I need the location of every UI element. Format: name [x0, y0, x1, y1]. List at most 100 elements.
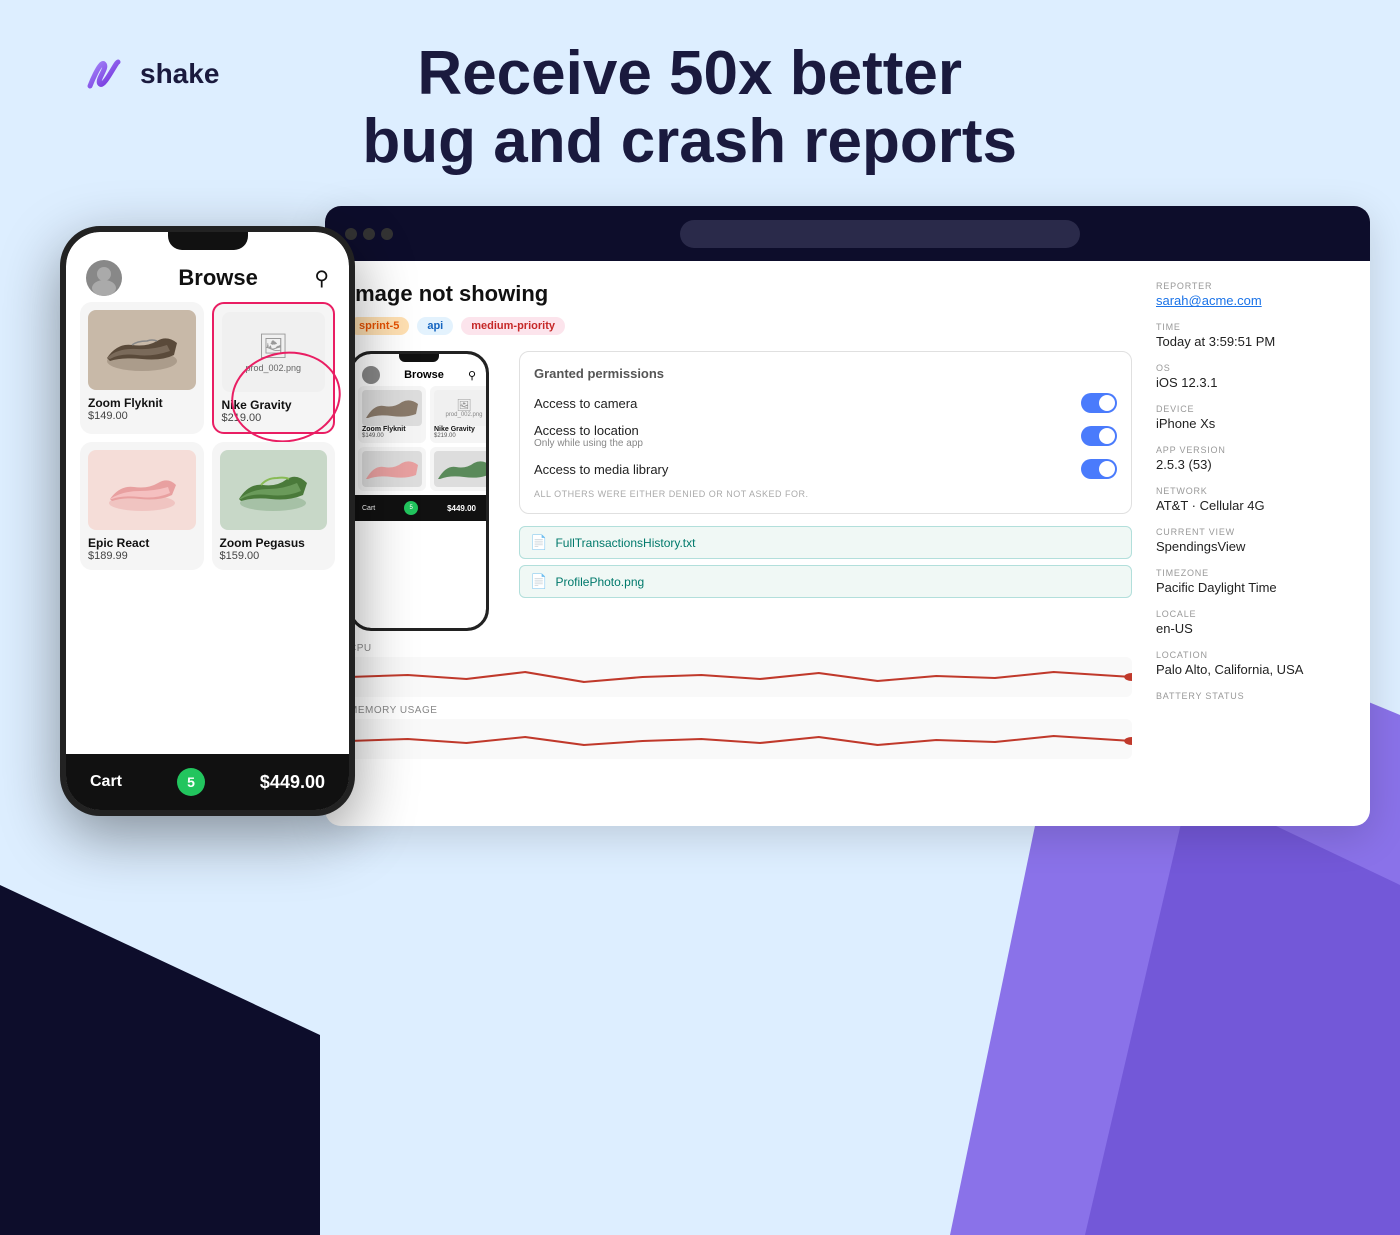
meta-time-value: Today at 3:59:51 PM — [1156, 334, 1346, 349]
bug-report-column: Image not showing sprint-5 api medium-pr… — [349, 281, 1132, 806]
shake-logo-icon — [80, 50, 128, 98]
chart-cpu-label: CPU — [349, 643, 1132, 654]
chart-memory-label: MEMORY USAGE — [349, 705, 1132, 716]
permission-row-camera: Access to camera — [534, 393, 1117, 413]
files-section: 📄 FullTransactionsHistory.txt 📄 ProfileP… — [519, 526, 1132, 598]
product-name-2: Nike Gravity — [222, 398, 326, 412]
meta-time-label: TIME — [1156, 322, 1346, 332]
phone-large-header: Browse ⚲ — [66, 250, 349, 302]
meta-timezone-value: Pacific Daylight Time — [1156, 580, 1346, 595]
meta-reporter: REPORTER sarah@acme.com — [1156, 281, 1346, 308]
dashboard-panel: Image not showing sprint-5 api medium-pr… — [325, 206, 1370, 826]
tag-sprint[interactable]: sprint-5 — [349, 317, 409, 335]
missing-img: 🖼 prod_002.png — [222, 312, 326, 392]
tag-priority[interactable]: medium-priority — [461, 317, 565, 335]
meta-location: LOCATION Palo Alto, California, USA — [1156, 650, 1346, 677]
meta-app-version-value: 2.5.3 (53) — [1156, 457, 1346, 472]
ps-avatar — [362, 366, 380, 384]
phone-large-title: Browse — [178, 265, 257, 291]
meta-timezone: TIMEZONE Pacific Daylight Time — [1156, 568, 1346, 595]
product-img-1 — [88, 310, 196, 390]
permission-media-label: Access to media library — [534, 462, 668, 477]
product-card-2: 🖼 prod_002.png Nike Gravity $219.00 — [212, 302, 336, 434]
meta-device-value: iPhone Xs — [1156, 416, 1346, 431]
ps-search-icon[interactable]: ⚲ — [468, 369, 476, 382]
meta-locale: LOCALE en-US — [1156, 609, 1346, 636]
meta-reporter-label: REPORTER — [1156, 281, 1346, 291]
permission-location-label: Access to location — [534, 423, 643, 438]
ps-notch — [399, 354, 439, 362]
meta-device-label: DEVICE — [1156, 404, 1346, 414]
phone-large: Browse ⚲ Zoom Flyknit $14 — [60, 226, 355, 816]
ps-img-4 — [434, 451, 486, 487]
file-name-1: FullTransactionsHistory.txt — [555, 536, 695, 550]
toggle-location[interactable] — [1081, 426, 1117, 446]
meta-battery-label: BATTERY STATUS — [1156, 691, 1346, 701]
meta-os-label: OS — [1156, 363, 1346, 373]
avatar — [86, 260, 122, 296]
meta-os: OS iOS 12.3.1 — [1156, 363, 1346, 390]
meta-location-value: Palo Alto, California, USA — [1156, 662, 1346, 677]
filename-label: prod_002.png — [245, 363, 301, 373]
meta-os-value: iOS 12.3.1 — [1156, 375, 1346, 390]
logo-area: shake — [80, 50, 219, 98]
ps-img-3 — [362, 451, 422, 487]
meta-time: TIME Today at 3:59:51 PM — [1156, 322, 1346, 349]
product-img-3 — [88, 450, 196, 530]
file-icon-1: 📄 — [530, 534, 547, 551]
window-dot-3 — [381, 228, 393, 240]
meta-app-version: APP VERSION 2.5.3 (53) — [1156, 445, 1346, 472]
toggle-camera[interactable] — [1081, 393, 1117, 413]
file-icon-2: 📄 — [530, 573, 547, 590]
window-controls — [345, 228, 393, 240]
ps-name-1: Zoom Flyknit — [362, 426, 422, 433]
logo-text: shake — [140, 58, 219, 90]
chart-cpu: CPU — [349, 643, 1132, 697]
ps-name-2: Nike Gravity — [434, 426, 486, 433]
window-dot-1 — [345, 228, 357, 240]
cart-price: $449.00 — [260, 772, 325, 793]
ps-price-1: $149.00 — [362, 433, 422, 439]
dashboard-topbar — [325, 206, 1370, 261]
headline-line2: bug and crash reports — [259, 108, 1120, 176]
file-item-1[interactable]: 📄 FullTransactionsHistory.txt — [519, 526, 1132, 559]
search-icon[interactable]: ⚲ — [314, 266, 329, 291]
topbar-search-bar[interactable] — [680, 220, 1080, 248]
cart-badge: 5 — [177, 768, 205, 796]
meta-battery: BATTERY STATUS — [1156, 691, 1346, 701]
meta-current-view-label: CURRENT VIEW — [1156, 527, 1346, 537]
ps-img-1 — [362, 390, 422, 426]
meta-timezone-label: TIMEZONE — [1156, 568, 1346, 578]
ps-card-2: 🖼 prod_002.png Nike Gravity $219.00 — [430, 386, 486, 443]
product-card-4: Zoom Pegasus $159.00 — [212, 442, 336, 570]
ps-missing: 🖼 prod_002.png — [434, 390, 486, 426]
meta-locale-label: LOCALE — [1156, 609, 1346, 619]
product-price-3: $189.99 — [88, 550, 196, 562]
tag-api[interactable]: api — [417, 317, 453, 335]
toggle-media[interactable] — [1081, 459, 1117, 479]
product-grid: Zoom Flyknit $149.00 🖼 prod_002.png Nike… — [66, 302, 349, 570]
ps-card-4 — [430, 447, 486, 491]
permissions-title: Granted permissions — [534, 366, 1117, 381]
meta-network-label: NETWORK — [1156, 486, 1346, 496]
product-name-3: Epic React — [88, 536, 196, 550]
broken-image-icon: 🖼 — [258, 332, 288, 361]
ps-cart-label: Cart — [362, 505, 375, 512]
ps-card-1: Zoom Flyknit $149.00 — [358, 386, 426, 443]
meta-reporter-value[interactable]: sarah@acme.com — [1156, 293, 1346, 308]
product-img-4 — [220, 450, 328, 530]
meta-location-label: LOCATION — [1156, 650, 1346, 660]
file-item-2[interactable]: 📄 ProfilePhoto.png — [519, 565, 1132, 598]
cart-label: Cart — [90, 773, 122, 791]
content-section: Browse ⚲ — [349, 351, 1132, 631]
permission-location-sublabel: Only while using the app — [534, 438, 643, 449]
permission-row-media: Access to media library — [534, 459, 1117, 479]
product-name-1: Zoom Flyknit — [88, 396, 196, 410]
window-dot-2 — [363, 228, 375, 240]
product-price-2: $219.00 — [222, 412, 326, 424]
meta-current-view-value: SpendingsView — [1156, 539, 1346, 554]
main-content: Browse ⚲ Zoom Flyknit $14 — [0, 206, 1400, 826]
ps-grid: Zoom Flyknit $149.00 🖼 prod_002.png — [352, 386, 486, 491]
headline-line1: Receive 50x better — [259, 40, 1120, 108]
ps-header: Browse ⚲ — [352, 362, 486, 386]
